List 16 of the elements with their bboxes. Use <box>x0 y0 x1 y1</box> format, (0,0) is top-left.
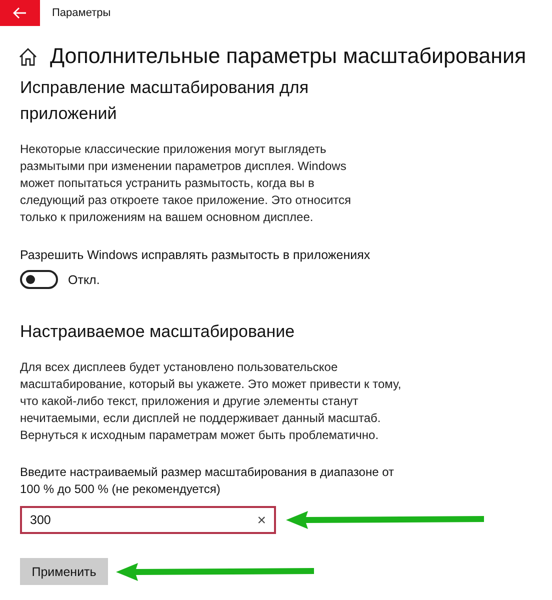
clear-button[interactable]: × <box>257 512 266 528</box>
back-button[interactable] <box>0 0 40 26</box>
page-title: Дополнительные параметры масштабирования <box>50 44 526 69</box>
section-heading: Настраиваемое масштабирование <box>20 321 296 343</box>
back-arrow-icon <box>13 7 27 19</box>
home-icon[interactable] <box>18 46 38 66</box>
field-label: Введите настраиваемый размер масштабирования в диапазоне от 100 % до 500 % (не рекомендуется) <box>20 464 396 498</box>
description-text: Некоторые классические приложения могут выглядеть размытыми при изменении параметров дисплея. Windows может попытаться устранить размытость, когда вы в следующий раз откроете такое приложение. Это относится только к приложениям на вашем основном дисплее. <box>20 141 352 226</box>
toggle-switch[interactable] <box>20 270 58 289</box>
scale-input-field[interactable]: 300 × <box>20 506 276 534</box>
toggle-label: Разрешить Windows исправлять размытость в приложениях <box>20 248 372 262</box>
section-heading: Исправление масштабирования для приложений <box>20 77 310 125</box>
window-title: Параметры <box>52 7 111 19</box>
toggle-state-text: Откл. <box>68 272 100 286</box>
description-text: Для всех дисплеев будет установлено пользовательское масштабирование, который вы укажете. Это может привести к тому, что какой-либо текст, приложения и другие элементы станут нечитаемыми, если дисплей не поддерживает данный масштаб. Вернуться к исходным параметрам может быть проблематично. <box>20 359 402 444</box>
apply-button[interactable]: Применить <box>20 558 108 585</box>
